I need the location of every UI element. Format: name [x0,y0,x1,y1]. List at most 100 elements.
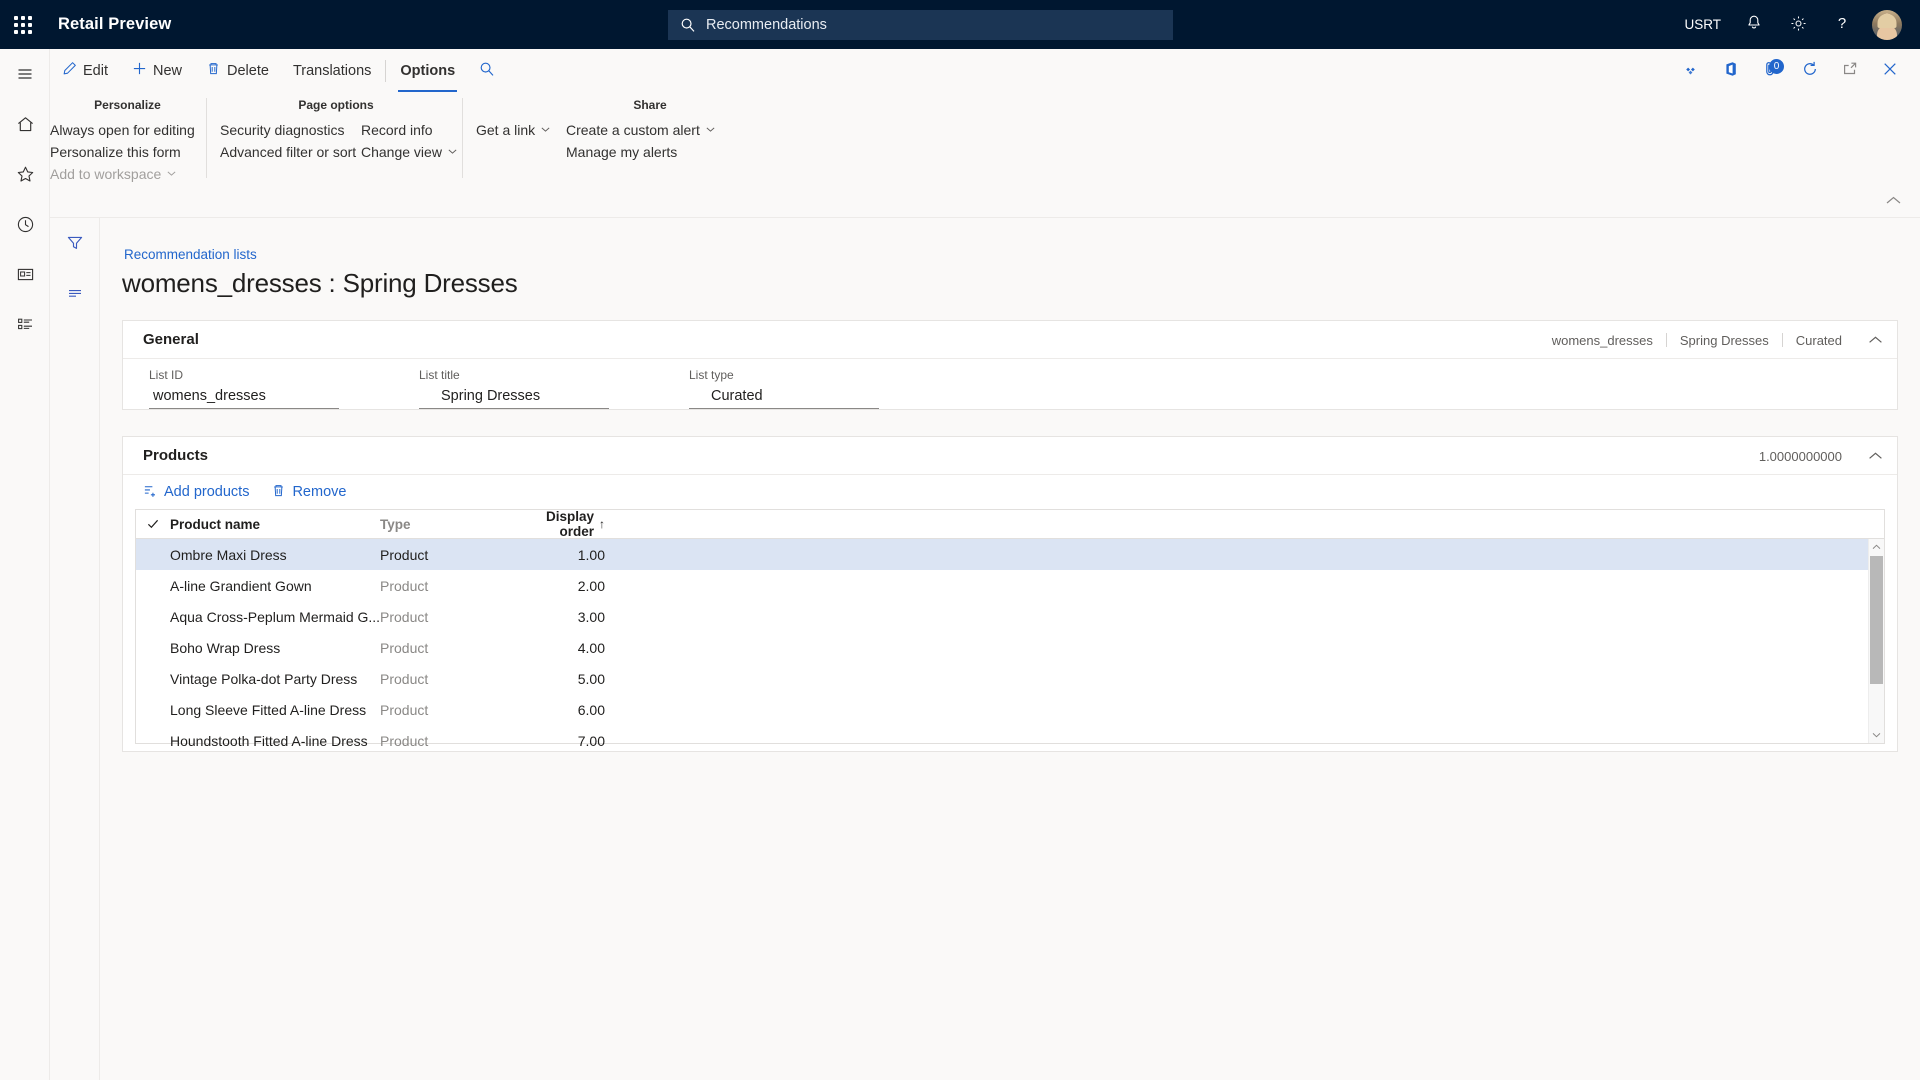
global-search-value: Recommendations [706,17,827,33]
action-pane-search-button[interactable] [467,49,507,92]
page-content: Recommendation lists womens_dresses : Sp… [100,218,1920,1080]
security-diagnostics-label: Security diagnostics [220,122,345,138]
chevron-down-icon [705,119,716,141]
cell-display-order: 3.00 [577,608,605,625]
open-in-new-window-button[interactable] [1830,49,1870,92]
summary-list-title: Spring Dresses [1679,332,1769,348]
hamburger-menu-button[interactable] [0,49,50,99]
notifications-button[interactable] [1732,0,1776,49]
sidebar-item-modules[interactable] [0,299,50,349]
breadcrumb[interactable]: Recommendation lists [124,247,257,262]
summary-list-type: Curated [1795,332,1842,348]
ribbon-group-personalize-title: Personalize [94,98,161,112]
app-launcher-button[interactable] [0,0,46,49]
close-button[interactable] [1870,49,1910,92]
action-edit-button[interactable]: Edit [50,49,120,92]
add-products-label: Add products [164,484,250,500]
action-translations-button[interactable]: Translations [281,49,383,92]
general-fasttab-collapse-button[interactable] [1868,332,1883,348]
table-row[interactable]: Boho Wrap Dress Product 4.00 [136,632,1884,663]
products-fasttab-collapse-button[interactable] [1868,448,1883,464]
select-all-checkbox[interactable] [136,517,170,531]
cell-type: Product [380,577,429,594]
change-view-button[interactable]: Change view [361,141,458,163]
attachments-lines-icon [69,290,81,297]
sort-ascending-icon: ↑ [599,517,605,531]
table-row[interactable]: Vintage Polka-dot Party Dress Product 5.… [136,663,1884,694]
chevron-up-icon [1886,196,1901,204]
action-pane-body: Personalize Always open for editing Pers… [0,92,1920,217]
scroll-down-button[interactable] [1869,727,1884,743]
avatar[interactable] [1872,9,1902,40]
table-row[interactable]: Aqua Cross-Peplum Mermaid G... Product 3… [136,601,1884,632]
share-commands: Create a custom alert Manage my alerts [566,119,716,163]
advanced-filter-or-sort-button[interactable]: Advanced filter or sort [220,141,356,163]
power-apps-icon [1681,60,1700,82]
column-header-display-order[interactable]: Display order ↑ [515,509,605,539]
scrollbar-thumb[interactable] [1870,556,1883,684]
table-row[interactable]: Houndstooth Fitted A-line Dress Product … [136,725,1884,756]
table-row[interactable]: Ombre Maxi Dress Product 1.00 [136,539,1884,570]
column-header-product-name[interactable]: Product name [170,517,380,532]
list-id-input[interactable]: womens_dresses [149,383,339,409]
settings-button[interactable] [1776,0,1820,49]
help-button[interactable]: ? [1820,0,1864,49]
filter-pane-button[interactable] [50,218,100,268]
gear-icon [1789,14,1808,36]
sidebar-item-home[interactable] [0,99,50,149]
column-header-type[interactable]: Type [380,517,515,532]
security-diagnostics-button[interactable]: Security diagnostics [220,119,345,141]
company-indicator[interactable]: USRT [1673,0,1732,49]
always-open-for-editing-button[interactable]: Always open for editing [50,119,195,141]
cell-product-name: Houndstooth Fitted A-line Dress [170,732,368,749]
table-row[interactable]: Long Sleeve Fitted A-line Dress Product … [136,694,1884,725]
waffle-icon [14,15,32,34]
personalize-this-form-button[interactable]: Personalize this form [50,141,181,163]
products-summary-value: 1.0000000000 [1758,448,1842,464]
trash-icon [271,483,286,502]
list-title-input[interactable]: Spring Dresses [419,383,609,409]
power-apps-button[interactable] [1670,49,1710,92]
collapse-action-pane-button[interactable] [1885,193,1902,209]
general-fasttab-header[interactable]: General womens_dresses Spring Dresses Cu… [123,321,1897,359]
cell-product-name: Aqua Cross-Peplum Mermaid G... [170,608,380,625]
action-delete-button[interactable]: Delete [194,49,281,92]
change-view-label: Change view [361,144,442,160]
record-info-button[interactable]: Record info [361,119,433,141]
ribbon-group-divider [462,98,463,178]
cell-type: Product [380,639,429,656]
action-new-button[interactable]: New [120,49,194,92]
chevron-down-icon [447,141,458,163]
action-new-label: New [153,62,183,79]
tab-options[interactable]: Options [388,49,467,92]
grid-vertical-scrollbar[interactable] [1868,539,1884,743]
svg-text:?: ? [1838,15,1846,32]
remove-button[interactable]: Remove [263,479,354,506]
sidebar-item-favorites[interactable] [0,149,50,199]
sidebar-item-workspaces[interactable] [0,249,50,299]
manage-my-alerts-button[interactable]: Manage my alerts [566,141,677,163]
scroll-up-button[interactable] [1869,539,1884,555]
open-in-new-window-icon [1841,60,1859,81]
list-type-input[interactable]: Curated [689,383,879,409]
manage-my-alerts-label: Manage my alerts [566,144,678,160]
refresh-button[interactable] [1790,49,1830,92]
products-fasttab-header[interactable]: Products 1.0000000000 [123,437,1897,475]
app-title: Retail Preview [58,15,172,33]
cell-display-order: 2.00 [577,577,605,594]
table-row[interactable]: A-line Grandient Gown Product 2.00 [136,570,1884,601]
chevron-up-icon [1872,544,1881,549]
attachments-button[interactable]: 0 [1750,49,1790,92]
get-a-link-button[interactable]: Get a link [476,119,551,141]
create-a-custom-alert-label: Create a custom alert [566,122,700,138]
sidebar-item-recent[interactable] [0,199,50,249]
add-products-button[interactable]: Add products [135,479,257,506]
global-search-input[interactable]: Recommendations [668,10,1173,40]
attachments-pane-button[interactable] [50,268,100,318]
favorites-star-icon [17,166,33,182]
office-apps-button[interactable] [1710,49,1750,92]
question-icon: ? [1833,14,1851,35]
filter-icon [67,236,83,249]
create-a-custom-alert-button[interactable]: Create a custom alert [566,119,716,141]
column-header-product-name-label: Product name [170,516,261,532]
